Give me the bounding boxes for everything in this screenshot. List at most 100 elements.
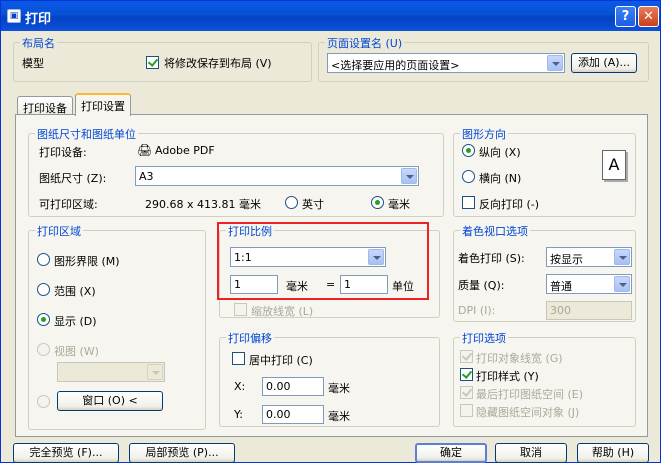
center-plot-label: 居中打印 (C): [249, 354, 313, 367]
scale-lineweights-label: 缩放线宽 (L): [251, 305, 314, 318]
tab-plot-device[interactable]: 打印设备: [17, 96, 73, 116]
layout-name-title: 布局名: [20, 35, 57, 51]
orientation-preview-icon: A: [602, 150, 626, 180]
app-icon: ▣: [7, 9, 21, 23]
plot-device-label: 打印设备:: [39, 146, 87, 159]
title-bar[interactable]: ▣ 打印 ? ✕: [1, 1, 660, 31]
shade-plot-selected: 按显示: [550, 253, 583, 266]
landscape-radio[interactable]: [462, 170, 475, 183]
plot-lineweights-checkbox[interactable]: [460, 350, 473, 363]
shade-plot-label: 着色打印 (S):: [458, 252, 525, 265]
dpi-input[interactable]: 300: [546, 301, 632, 320]
shaded-viewport-title: 着色视口选项: [460, 223, 530, 239]
printable-area-value: 290.68 x 413.81 毫米: [145, 198, 261, 211]
limits-radio[interactable]: [37, 253, 50, 266]
offset-y-unit: 毫米: [328, 410, 350, 423]
extents-label: 范围 (X): [54, 285, 96, 298]
extents-radio[interactable]: [37, 283, 50, 296]
dpi-label: DPI (I):: [458, 304, 496, 317]
chevron-down-icon[interactable]: [547, 55, 563, 71]
quality-selected: 普通: [550, 280, 572, 293]
plot-area-group: 打印区域 图形界限 (M) 范围 (X) 显示 (D) 视图 (W) 窗口 (O…: [28, 223, 206, 430]
display-label: 显示 (D): [54, 315, 97, 328]
chevron-down-icon[interactable]: [147, 364, 163, 380]
offset-x-value: 0.00: [266, 380, 291, 393]
page-setup-select[interactable]: <选择要应用的页面设置>: [327, 53, 565, 73]
plot-paperspace-last-checkbox[interactable]: [460, 386, 473, 399]
paper-size-selected: A3: [139, 170, 154, 183]
save-to-layout-label: 将修改保存到布局 (V): [164, 57, 272, 70]
partial-preview-button[interactable]: 局部预览 (P)...: [129, 443, 235, 463]
tab-plot-settings[interactable]: 打印设置: [75, 93, 131, 116]
offset-y-input[interactable]: 0.00: [262, 405, 324, 424]
shaded-viewport-group: 着色视口选项 着色打印 (S): 按显示 质量 (Q): 普通 DPI (I):…: [453, 223, 636, 322]
print-dialog: ▣ 打印 ? ✕ 布局名 模型 将修改保存到布局 (V) 页面设置名 (U) <…: [0, 0, 661, 463]
printable-area-label: 可打印区域:: [39, 198, 98, 211]
shade-plot-select[interactable]: 按显示: [546, 247, 632, 267]
window-pick-button[interactable]: 窗口 (O) <: [57, 391, 163, 411]
plot-styles-label: 打印样式 (Y): [476, 370, 539, 383]
portrait-label: 纵向 (X): [479, 146, 521, 159]
hide-paperspace-checkbox[interactable]: [460, 404, 473, 417]
help-icon[interactable]: ?: [615, 6, 636, 27]
cancel-button[interactable]: 取消: [495, 443, 567, 463]
plot-device-value: Adobe PDF: [155, 144, 215, 157]
center-plot-checkbox[interactable]: [232, 352, 245, 365]
tab-panel: 图纸尺寸和图纸单位 打印设备: 🖨 Adobe PDF 图纸尺寸 (Z): A3…: [15, 114, 648, 437]
full-preview-button[interactable]: 完全预览 (F)...: [13, 443, 119, 463]
save-to-layout-checkbox[interactable]: [146, 56, 159, 69]
plot-styles-checkbox[interactable]: [460, 368, 473, 381]
plot-lineweights-label: 打印对象线宽 (G): [476, 352, 563, 365]
chevron-down-icon[interactable]: [401, 168, 417, 184]
reverse-plot-checkbox[interactable]: [462, 196, 475, 209]
paper-size-title: 图纸尺寸和图纸单位: [35, 126, 138, 142]
limits-label: 图形界限 (M): [54, 255, 120, 268]
orientation-group: 图形方向 纵向 (X) 横向 (N) 反向打印 (-) A: [453, 126, 636, 217]
add-page-setup-button[interactable]: 添加 (A)...: [571, 53, 637, 73]
page-setup-title: 页面设置名 (U): [325, 35, 405, 51]
page-setup-group: 页面设置名 (U) <选择要应用的页面设置> 添加 (A)...: [318, 35, 649, 82]
quality-select[interactable]: 普通: [546, 274, 632, 294]
view-select[interactable]: [57, 362, 165, 382]
help-button[interactable]: 帮助 (H): [577, 443, 649, 463]
layout-name-group: 布局名 模型 将修改保存到布局 (V): [13, 35, 312, 82]
offset-y-value: 0.00: [266, 408, 291, 421]
offset-x-label: X:: [234, 380, 246, 393]
plot-offset-title: 打印偏移: [226, 330, 274, 346]
units-mm-label: 毫米: [388, 198, 410, 211]
hide-paperspace-label: 隐藏图纸空间对象 (J): [476, 406, 580, 419]
window-title: 打印: [25, 12, 52, 27]
view-label: 视图 (W): [54, 345, 99, 358]
landscape-label: 横向 (N): [479, 172, 522, 185]
window-radio[interactable]: [37, 395, 50, 408]
layout-name-value: 模型: [22, 57, 44, 70]
dpi-value: 300: [550, 304, 571, 317]
orientation-title: 图形方向: [460, 126, 508, 142]
close-icon[interactable]: ✕: [638, 6, 659, 27]
chevron-down-icon[interactable]: [614, 249, 630, 265]
scale-highlight-box: [217, 222, 429, 300]
offset-x-unit: 毫米: [328, 382, 350, 395]
page-setup-selected: <选择要应用的页面设置>: [331, 59, 460, 72]
units-inch-label: 英寸: [302, 198, 324, 211]
printer-icon: 🖨: [137, 143, 153, 157]
units-inch-radio[interactable]: [285, 196, 298, 209]
plot-paperspace-last-label: 最后打印图纸空间 (E): [476, 388, 584, 401]
scale-lineweights-checkbox[interactable]: [234, 303, 247, 316]
chevron-down-icon[interactable]: [614, 276, 630, 292]
plot-offset-group: 打印偏移 居中打印 (C) X: 0.00 毫米 Y: 0.00 毫米: [219, 330, 440, 427]
ok-button[interactable]: 确定: [415, 443, 487, 463]
paper-size-label: 图纸尺寸 (Z):: [39, 172, 107, 185]
offset-y-label: Y:: [234, 408, 243, 421]
paper-size-group: 图纸尺寸和图纸单位 打印设备: 🖨 Adobe PDF 图纸尺寸 (Z): A3…: [28, 126, 444, 217]
plot-area-title: 打印区域: [35, 223, 83, 239]
quality-label: 质量 (Q):: [458, 279, 505, 292]
paper-size-select[interactable]: A3: [135, 166, 419, 186]
display-radio[interactable]: [37, 313, 50, 326]
offset-x-input[interactable]: 0.00: [262, 377, 324, 396]
units-mm-radio[interactable]: [371, 196, 384, 209]
reverse-plot-label: 反向打印 (-): [479, 198, 540, 211]
plot-options-group: 打印选项 打印对象线宽 (G) 打印样式 (Y) 最后打印图纸空间 (E) 隐藏…: [453, 330, 636, 427]
view-radio[interactable]: [37, 343, 50, 356]
portrait-radio[interactable]: [462, 144, 475, 157]
